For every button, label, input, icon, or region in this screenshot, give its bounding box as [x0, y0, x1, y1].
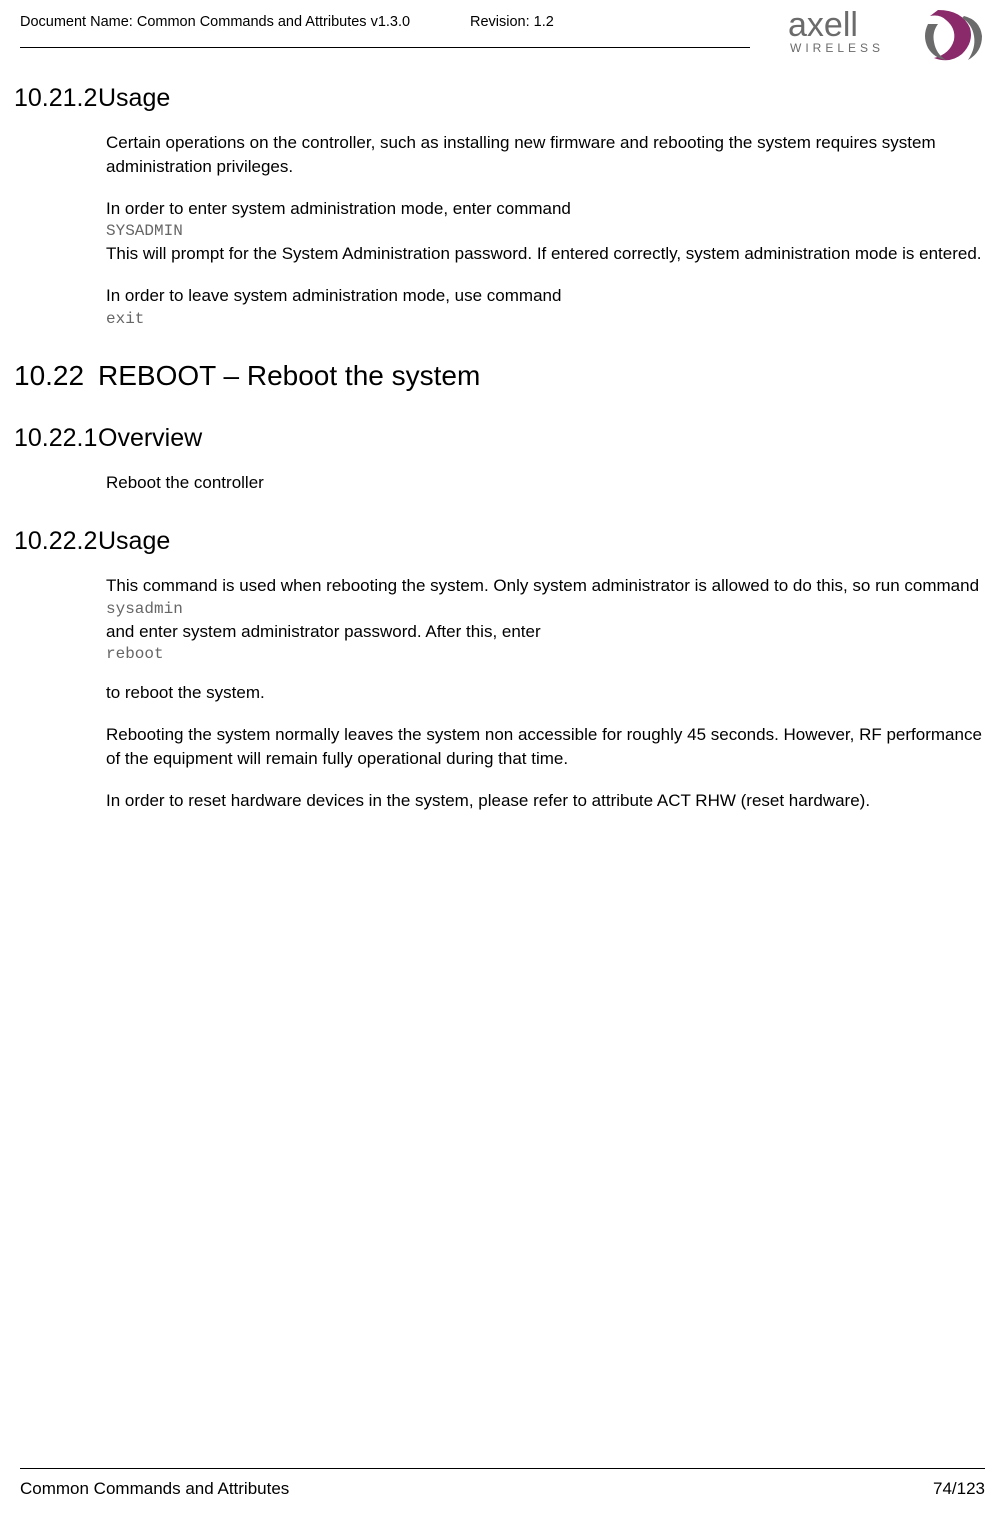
heading-number: 10.22.2: [14, 527, 98, 556]
paragraph: In order to enter system administration …: [106, 197, 995, 221]
paragraph: In order to reset hardware devices in th…: [106, 789, 995, 813]
paragraph: This command is used when rebooting the …: [106, 574, 995, 598]
code-line: sysadmin: [106, 600, 995, 618]
heading-10-22-2: 10.22.2 Usage: [14, 527, 995, 556]
heading-number: 10.22.1: [14, 424, 98, 453]
heading-number: 10.21.2: [14, 84, 98, 113]
page-footer: Common Commands and Attributes 74/123: [20, 1468, 985, 1499]
document-name: Document Name: Common Commands and Attri…: [20, 12, 410, 30]
svg-text:WIRELESS: WIRELESS: [790, 41, 884, 55]
code-line: exit: [106, 310, 995, 328]
revision-label: Revision: 1.2: [470, 14, 554, 30]
footer-left: Common Commands and Attributes: [20, 1479, 289, 1499]
header-rule: [20, 47, 750, 48]
code-line: SYSADMIN: [106, 222, 995, 240]
paragraph: Certain operations on the controller, su…: [106, 131, 995, 179]
heading-title: REBOOT – Reboot the system: [98, 360, 480, 392]
heading-title: Usage: [98, 84, 170, 113]
page-header: Document Name: Common Commands and Attri…: [0, 0, 1005, 60]
heading-10-22-1: 10.22.1 Overview: [14, 424, 995, 453]
paragraph: This will prompt for the System Administ…: [106, 242, 995, 266]
heading-title: Overview: [98, 424, 202, 453]
axell-logo: axell WIRELESS: [780, 6, 995, 64]
svg-text:axell: axell: [788, 6, 858, 44]
paragraph: Reboot the controller: [106, 471, 995, 495]
heading-10-22: 10.22 REBOOT – Reboot the system: [14, 360, 995, 392]
heading-title: Usage: [98, 527, 170, 556]
footer-page-number: 74/123: [933, 1479, 985, 1499]
paragraph: In order to leave system administration …: [106, 284, 995, 308]
paragraph: to reboot the system.: [106, 681, 995, 705]
paragraph: and enter system administrator password.…: [106, 620, 995, 644]
page-content: 10.21.2 Usage Certain operations on the …: [0, 60, 1005, 1468]
heading-10-21-2: 10.21.2 Usage: [14, 84, 995, 113]
paragraph: Rebooting the system normally leaves the…: [106, 723, 995, 771]
heading-number: 10.22: [14, 360, 98, 392]
code-line: reboot: [106, 645, 995, 663]
